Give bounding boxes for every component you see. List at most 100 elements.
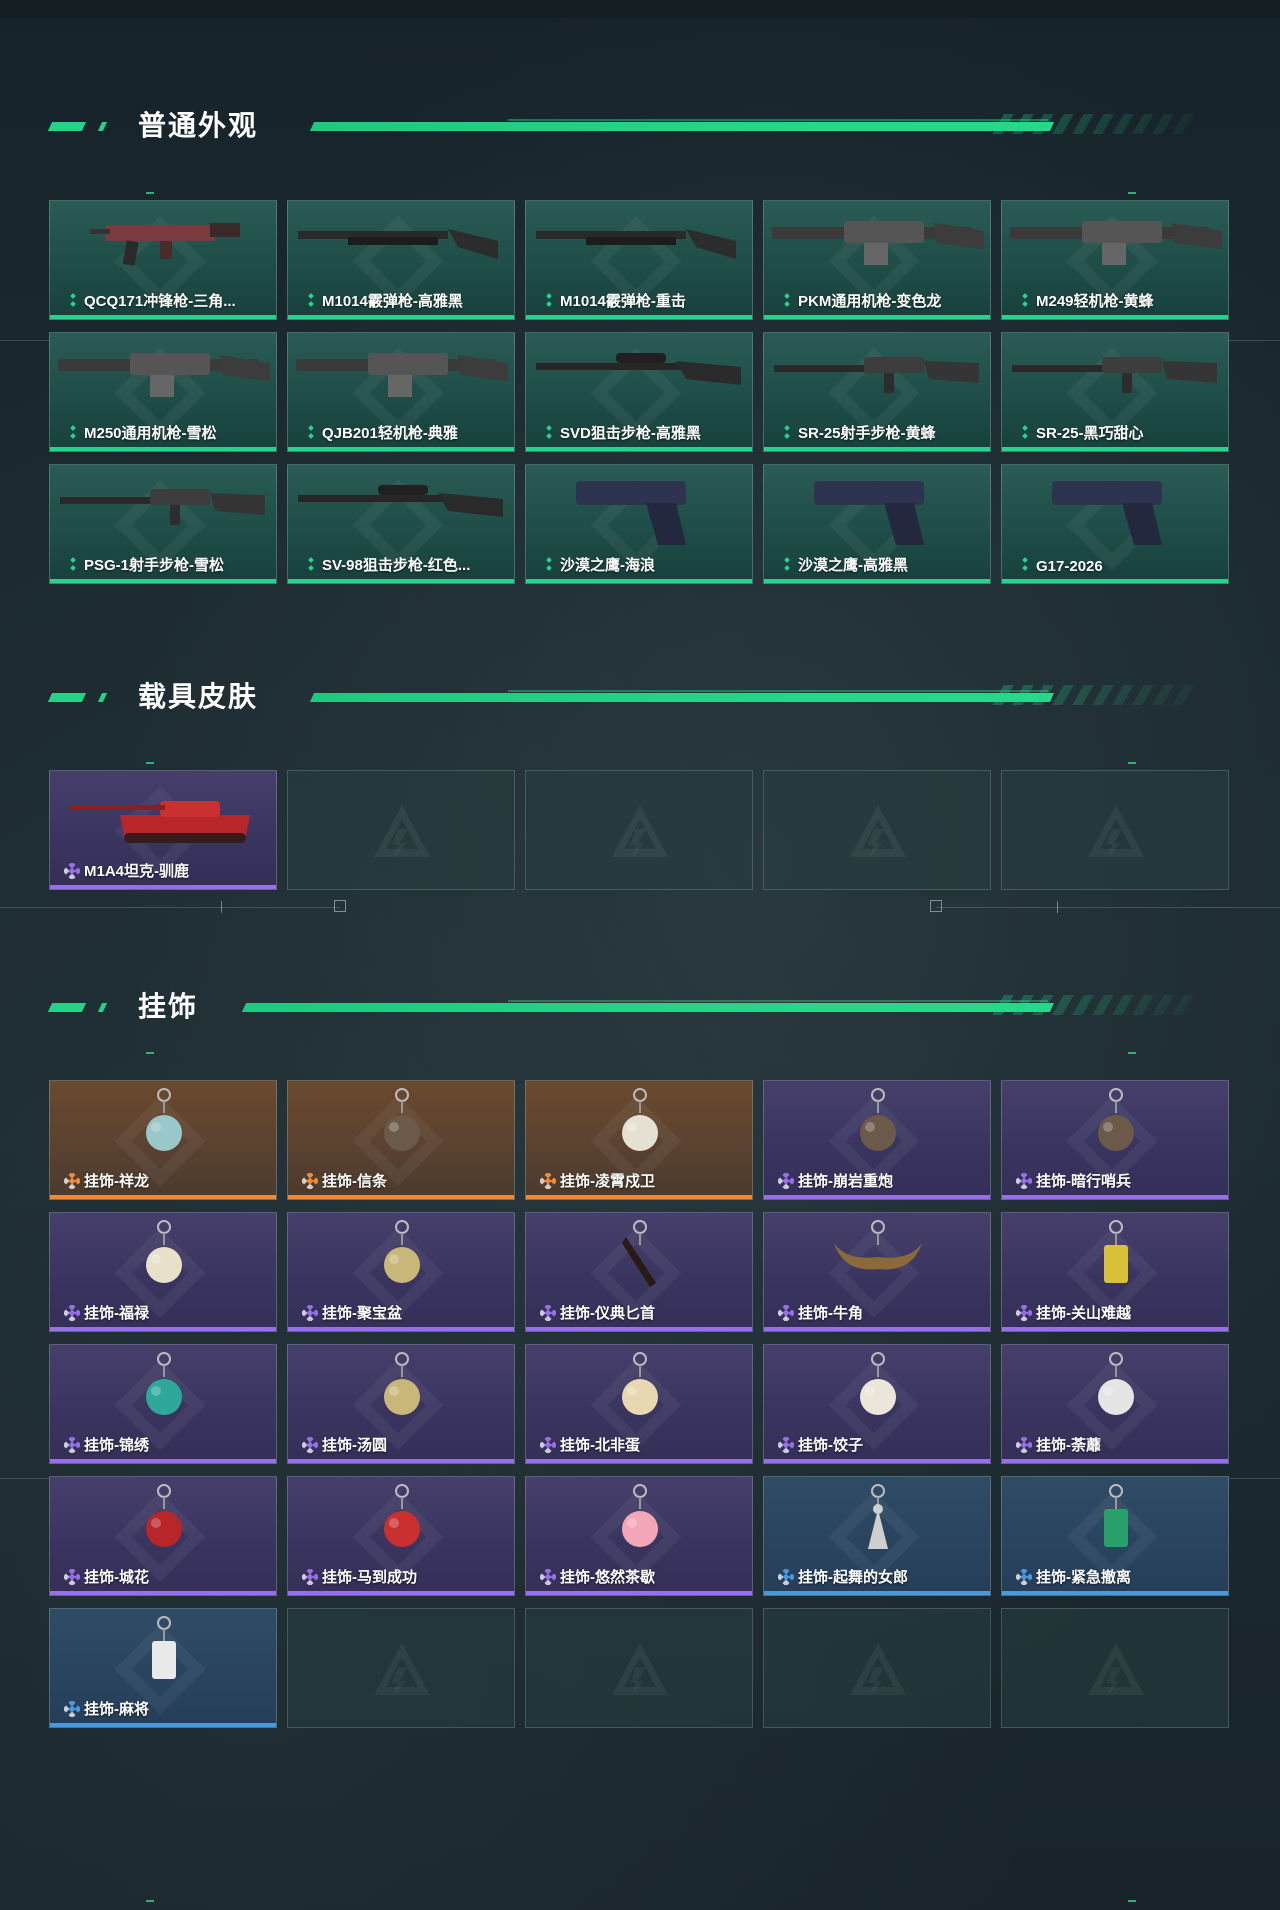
rifle-icon (60, 489, 265, 525)
header-accent-bar (47, 693, 87, 702)
item-label: M1A4坦克-驯鹿 (84, 863, 190, 880)
hud-marker (1128, 1900, 1136, 1902)
item-card[interactable]: M1014霰弹枪-重击 (525, 200, 753, 320)
item-label: QJB201轻机枪-典雅 (322, 425, 458, 442)
item-card[interactable]: 挂饰-饺子 (763, 1344, 991, 1464)
shotgun-icon (298, 229, 498, 259)
item-card[interactable]: 挂饰-祥龙 (49, 1080, 277, 1200)
item-card[interactable]: M250通用机枪-雪松 (49, 332, 277, 452)
item-card[interactable]: 挂饰-锦绣 (49, 1344, 277, 1464)
hud-divider (936, 907, 1280, 908)
egg-charm-icon (622, 1352, 658, 1415)
item-card[interactable]: M1A4坦克-驯鹿 (49, 770, 277, 890)
item-card[interactable]: 沙漠之鹰-海浪 (525, 464, 753, 584)
item-card[interactable]: 沙漠之鹰-高雅黑 (763, 464, 991, 584)
section-title: 挂饰 (138, 991, 199, 1022)
orange-rarity-icon (540, 1173, 556, 1189)
item-label: QCQ171冲锋枪-三角... (84, 293, 236, 310)
item-card[interactable]: 挂饰-北非蛋 (525, 1344, 753, 1464)
item-card[interactable]: 挂饰-仪典匕首 (525, 1212, 753, 1332)
sniper-rifle-icon (536, 353, 741, 385)
item-label: 挂饰-暗行哨兵 (1036, 1173, 1131, 1190)
empty-slot-logo-icon (374, 805, 430, 857)
green-rarity-icon (546, 557, 552, 571)
item-label: 挂饰-关山难越 (1036, 1305, 1131, 1322)
item-label: G17-2026 (1036, 558, 1103, 575)
item-label: SV-98狙击步枪-红色... (322, 557, 471, 574)
purple-rarity-icon (540, 1305, 556, 1321)
purple-rarity-icon (1016, 1173, 1032, 1189)
item-card[interactable]: 挂饰-荼蘼 (1001, 1344, 1229, 1464)
green-rarity-icon (784, 557, 790, 571)
item-card[interactable]: 挂饰-崩岩重炮 (763, 1080, 991, 1200)
item-card[interactable]: M249轻机枪-黄蜂 (1001, 200, 1229, 320)
item-card[interactable]: 挂饰-牛角 (763, 1212, 991, 1332)
header-accent-bar (97, 693, 108, 702)
item-card[interactable]: PSG-1射手步枪-雪松 (49, 464, 277, 584)
item-card[interactable]: SR-25射手步枪-黄蜂 (763, 332, 991, 452)
item-card[interactable]: 挂饰-马到成功 (287, 1476, 515, 1596)
top-band (0, 0, 1280, 18)
empty-slot (525, 1608, 753, 1728)
item-card[interactable]: SV-98狙击步枪-红色... (287, 464, 515, 584)
flower-charm-icon (1098, 1352, 1134, 1415)
cylinder-charm-icon (1104, 1220, 1128, 1283)
rifle-icon (1012, 357, 1217, 393)
machine-gun-icon (296, 353, 508, 397)
item-label: 挂饰-祥龙 (84, 1173, 149, 1190)
header-accent-bar (97, 122, 108, 131)
item-label: 挂饰-紧急撤离 (1036, 1569, 1131, 1586)
section-header-weapons: 普通外观 (47, 106, 1208, 146)
empty-slot-logo-icon (612, 805, 668, 857)
hud-marker (146, 1052, 154, 1054)
item-label: 挂饰-福禄 (84, 1305, 149, 1322)
dancer-charm-icon (868, 1484, 888, 1549)
rifle-icon (774, 357, 979, 393)
item-card[interactable]: 挂饰-福禄 (49, 1212, 277, 1332)
item-card[interactable]: 挂饰-凌霄戍卫 (525, 1080, 753, 1200)
purple-rarity-icon (778, 1437, 794, 1453)
item-card[interactable]: PKM通用机枪-变色龙 (763, 200, 991, 320)
purple-rarity-icon (778, 1173, 794, 1189)
header-line (508, 690, 1048, 692)
hud-marker (1128, 192, 1136, 194)
item-card[interactable]: 挂饰-悠然茶歇 (525, 1476, 753, 1596)
item-label: 挂饰-崩岩重炮 (798, 1173, 893, 1190)
item-label: 挂饰-仪典匕首 (560, 1305, 655, 1322)
blue-rarity-icon (778, 1569, 794, 1585)
item-card[interactable]: 挂饰-关山难越 (1001, 1212, 1229, 1332)
item-card[interactable]: QJB201轻机枪-典雅 (287, 332, 515, 452)
item-card[interactable]: 挂饰-聚宝盆 (287, 1212, 515, 1332)
purple-rarity-icon (302, 1437, 318, 1453)
hud-marker (1128, 762, 1136, 764)
purple-rarity-icon (540, 1569, 556, 1585)
item-card[interactable]: 挂饰-城花 (49, 1476, 277, 1596)
item-card[interactable]: 挂饰-暗行哨兵 (1001, 1080, 1229, 1200)
header-line (508, 119, 1048, 121)
pistol-icon (814, 481, 924, 545)
item-card[interactable]: QCQ171冲锋枪-三角... (49, 200, 277, 320)
item-card[interactable]: 挂饰-起舞的女郎 (763, 1476, 991, 1596)
item-card[interactable]: 挂饰-紧急撤离 (1001, 1476, 1229, 1596)
gourd-charm-icon (146, 1220, 182, 1283)
item-card[interactable]: M1014霰弹枪-高雅黑 (287, 200, 515, 320)
empty-slot (763, 1608, 991, 1728)
item-card[interactable]: 挂饰-麻将 (49, 1608, 277, 1728)
header-progress-bar (241, 1003, 1055, 1012)
empty-slot-logo-icon (850, 1643, 906, 1695)
item-label: SR-25-黑巧甜心 (1036, 425, 1144, 442)
item-card[interactable]: G17-2026 (1001, 464, 1229, 584)
item-card[interactable]: SR-25-黑巧甜心 (1001, 332, 1229, 452)
item-card[interactable]: 挂饰-汤圆 (287, 1344, 515, 1464)
item-label: 挂饰-汤圆 (322, 1437, 387, 1454)
empty-slot (287, 1608, 515, 1728)
green-rarity-icon (70, 293, 76, 307)
item-card[interactable]: 挂饰-信条 (287, 1080, 515, 1200)
empty-slot-logo-icon (374, 1643, 430, 1695)
item-card[interactable]: SVD狙击步枪-高雅黑 (525, 332, 753, 452)
header-accent-bar (97, 1003, 108, 1012)
item-label: M249轻机枪-黄蜂 (1036, 293, 1154, 310)
green-rarity-icon (784, 293, 790, 307)
empty-slot-logo-icon (1088, 805, 1144, 857)
bowl-charm-icon (384, 1220, 420, 1283)
